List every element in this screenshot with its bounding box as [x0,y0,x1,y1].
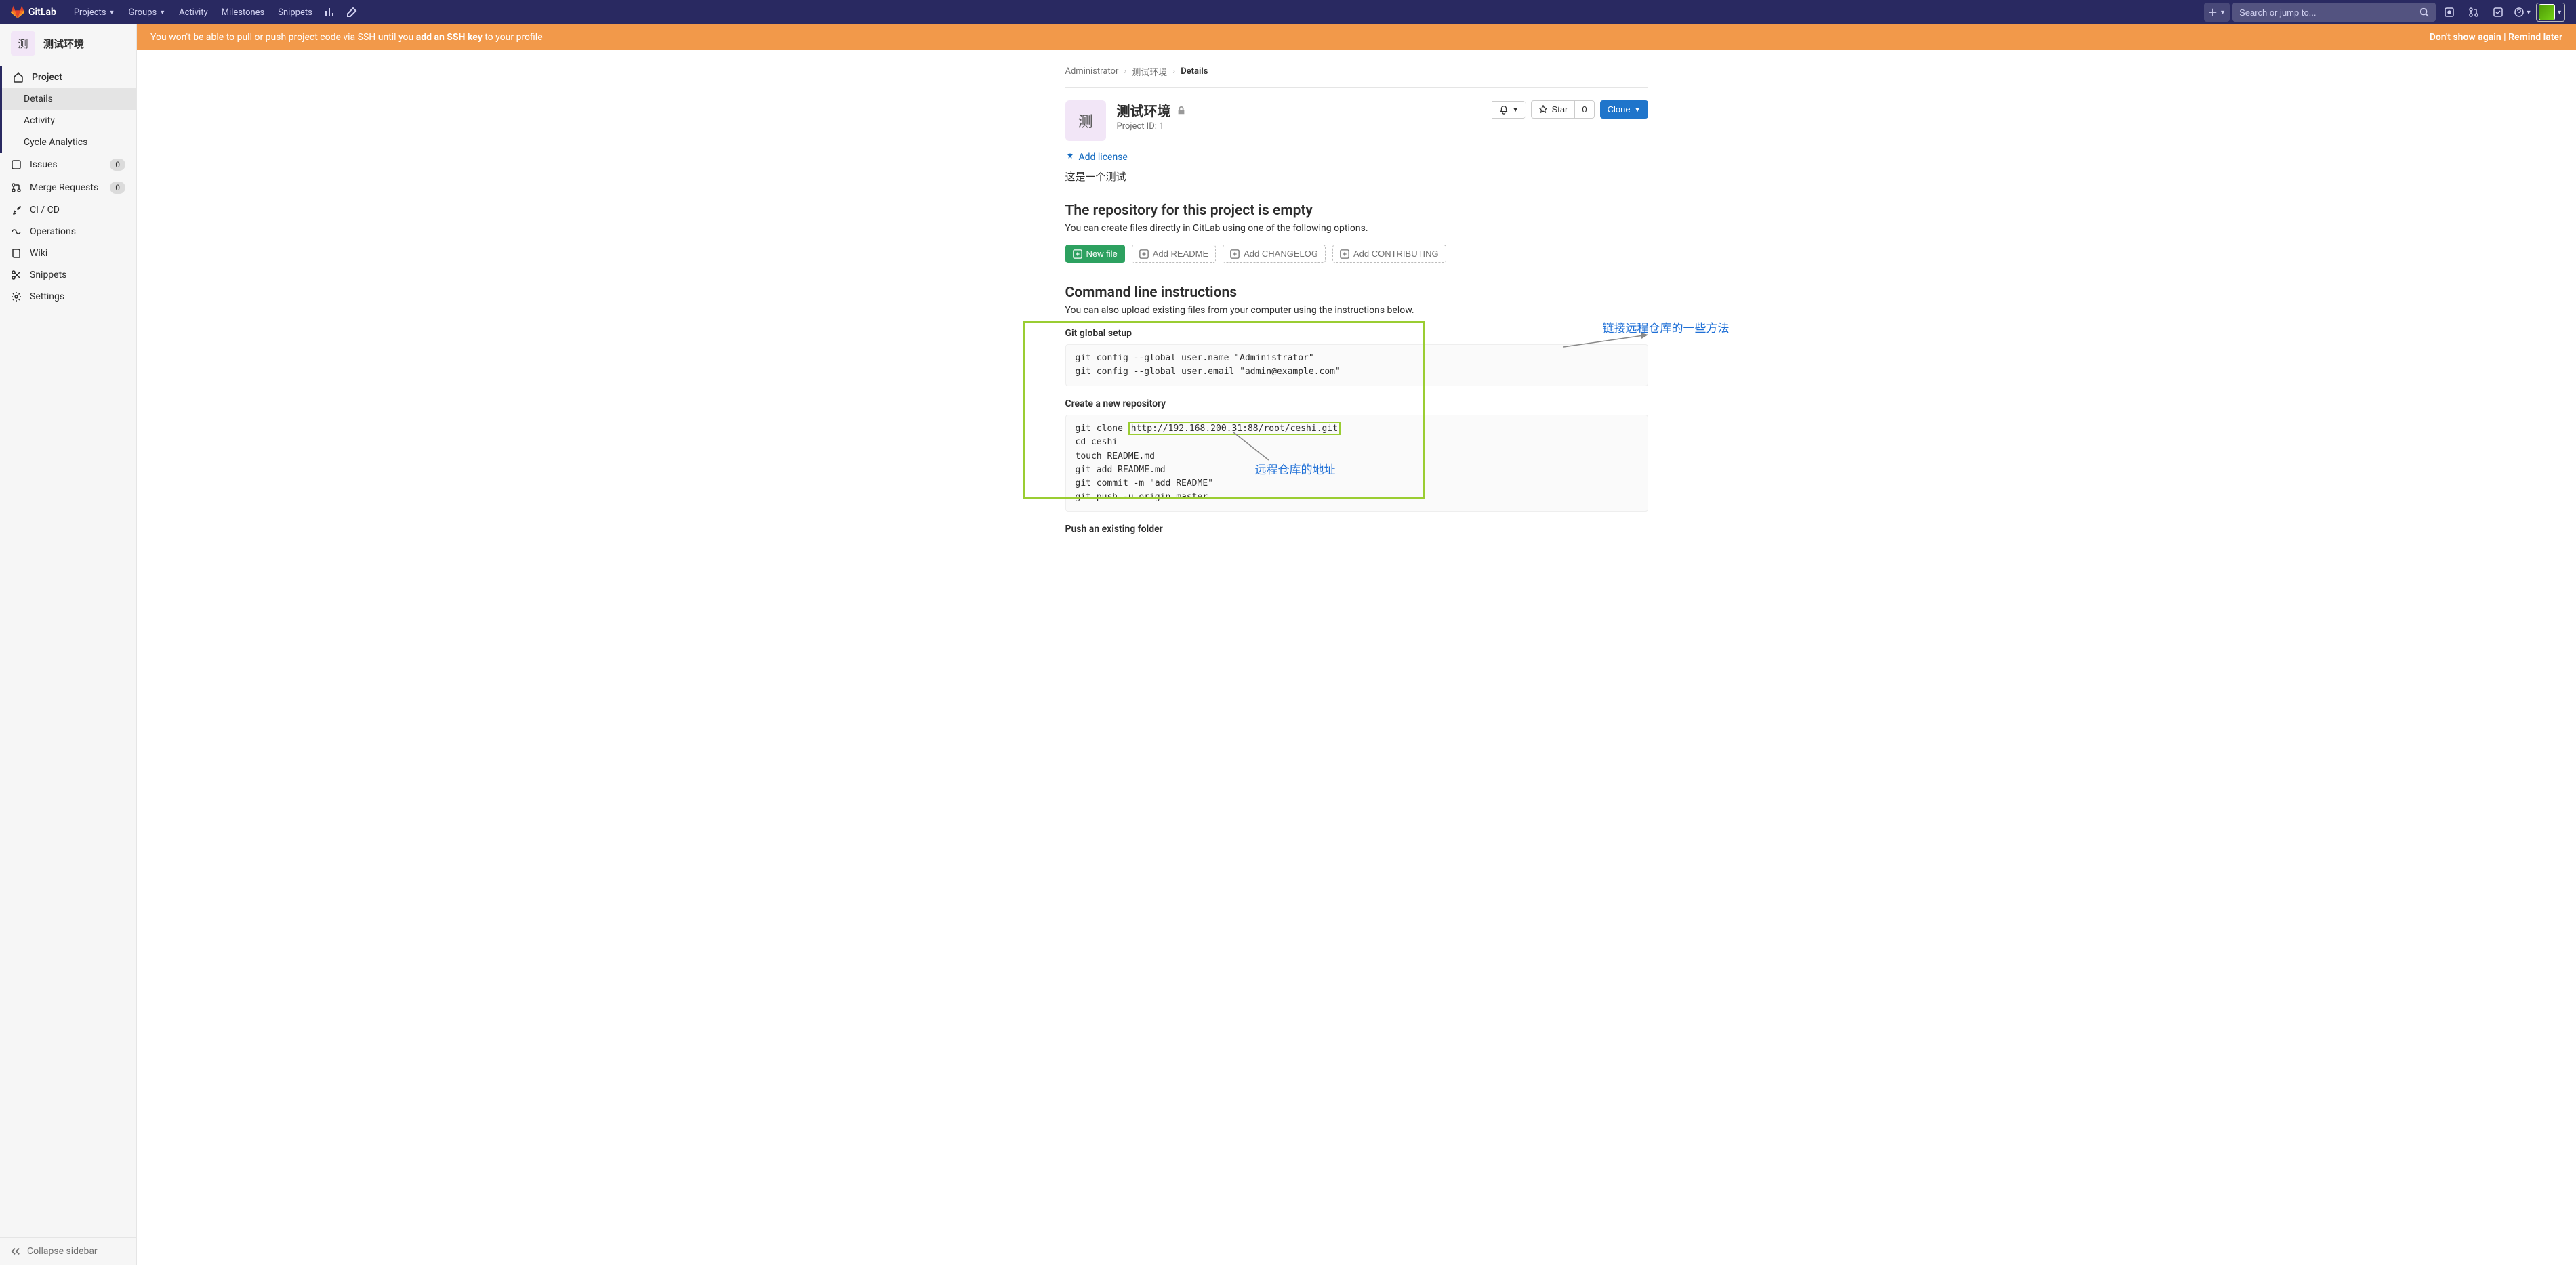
nav-activity[interactable]: Activity [172,0,215,24]
collapse-sidebar[interactable]: Collapse sidebar [0,1237,136,1265]
crumb-admin[interactable]: Administrator [1065,66,1119,77]
nav-snippets[interactable]: Snippets [271,0,319,24]
search-input[interactable] [2239,7,2419,18]
brand[interactable]: GitLab [11,5,56,19]
merge-icon [11,182,22,193]
add-contributing-button[interactable]: Add CONTRIBUTING [1332,245,1446,263]
add-changelog-button[interactable]: Add CHANGELOG [1223,245,1326,263]
sidebar-project-header[interactable]: 测 测试环境 [0,24,136,62]
nav-help-icon[interactable]: ▼ [2512,1,2533,23]
project-avatar-large: 测 [1065,100,1106,141]
nav-issues-icon[interactable] [2438,1,2460,23]
alert-dismiss[interactable]: Don't show again [2430,32,2501,43]
project-id: Project ID: 1 [1117,121,1186,131]
search-box[interactable] [2232,3,2436,22]
breadcrumb: Administrator › 测试环境 › Details [1065,61,1648,87]
sidebar-item-project[interactable]: Project [2,66,136,88]
sidebar-item-operations[interactable]: Operations [0,221,136,243]
lock-icon [1177,106,1186,115]
sidebar-sub-activity[interactable]: Activity [2,110,136,131]
star-count[interactable]: 0 [1574,100,1594,119]
nav-groups[interactable]: Groups ▼ [121,0,172,24]
plus-square-icon [1073,249,1082,259]
cli-sub: You can also upload existing files from … [1065,305,1648,316]
nav-analytics-icon[interactable] [319,1,341,23]
plus-square-icon [1340,249,1349,259]
chevron-down-icon: ▼ [2556,9,2562,16]
ssh-alert: You won't be able to pull or push projec… [137,24,2576,50]
search-icon [2419,7,2429,17]
git-setup-title: Git global setup [1065,328,1648,339]
cli-heading: Command line instructions [1065,285,1648,301]
home-icon [13,72,24,83]
add-license-link[interactable]: Add license [1065,152,1128,163]
notification-button[interactable]: ▼ [1492,101,1526,119]
sidebar-item-cicd[interactable]: CI / CD [0,199,136,221]
chevron-down-icon: ▼ [2220,9,2226,16]
nav-admin-icon[interactable] [341,1,363,23]
gear-icon [11,291,22,302]
clone-button[interactable]: Clone ▼ [1600,100,1648,119]
sidebar-item-settings[interactable]: Settings [0,286,136,308]
nav-mr-icon[interactable] [2463,1,2485,23]
add-readme-button[interactable]: Add README [1132,245,1216,263]
empty-repo-heading: The repository for this project is empty [1065,203,1648,219]
sidebar-item-mr[interactable]: Merge Requests0 [0,176,136,199]
top-navbar: GitLab Projects ▼ Groups ▼ Activity Mile… [0,0,2576,24]
project-description: 这是一个测试 [1065,169,1648,184]
license-icon [1065,152,1075,162]
book-icon [11,248,22,259]
annotation-methods: 链接远程仓库的一些方法 [1603,318,1730,335]
plus-square-icon [1139,249,1149,259]
nav-projects[interactable]: Projects ▼ [67,0,122,24]
alert-remind[interactable]: Remind later [2508,32,2562,43]
new-repo-title: Create a new repository [1065,398,1648,409]
sidebar-item-issues[interactable]: Issues0 [0,153,136,176]
scissors-icon [11,270,22,281]
project-header: 测 测试环境 Project ID: 1 [1065,100,1648,141]
git-setup-code[interactable]: git config --global user.name "Administr… [1065,344,1648,386]
nav-todos-icon[interactable] [2487,1,2509,23]
empty-repo-sub: You can create files directly in GitLab … [1065,223,1648,234]
new-file-button[interactable]: New file [1065,245,1125,263]
brand-label: GitLab [28,7,56,18]
annotation-address: 远程仓库的地址 [1255,460,1336,477]
push-folder-title: Push an existing folder [1065,524,1648,535]
sidebar-item-wiki[interactable]: Wiki [0,243,136,264]
star-icon [1538,105,1548,115]
user-avatar [2539,4,2555,20]
crumb-current: Details [1181,66,1208,77]
crumb-project[interactable]: 测试环境 [1132,65,1167,78]
page-title: 测试环境 [1117,100,1171,120]
operations-icon [11,226,22,237]
sidebar-sub-cycle[interactable]: Cycle Analytics [2,131,136,153]
sidebar-sub-details[interactable]: Details [2,88,136,110]
ssh-alert-link[interactable]: add an SSH key [416,32,483,43]
nav-plus-icon[interactable]: ▼ [2204,3,2230,22]
nav-milestones[interactable]: Milestones [215,0,272,24]
issues-icon [11,159,22,170]
sidebar: 测 测试环境 Project Details Activity Cycle An… [0,24,137,1265]
collapse-icon [11,1247,20,1256]
gitlab-logo-icon [11,5,24,19]
new-repo-code[interactable]: git clone http://192.168.200.31:88/root/… [1065,415,1648,512]
clone-url-highlight: http://192.168.200.31:88/root/ceshi.git [1128,422,1341,435]
bell-icon [1499,105,1509,115]
user-menu[interactable]: ▼ [2536,3,2565,22]
project-name: 测试环境 [43,37,84,51]
sidebar-item-snippets[interactable]: Snippets [0,264,136,286]
rocket-icon [11,205,22,215]
project-avatar: 测 [11,31,35,56]
plus-square-icon [1230,249,1240,259]
star-button[interactable]: Star [1531,100,1575,119]
